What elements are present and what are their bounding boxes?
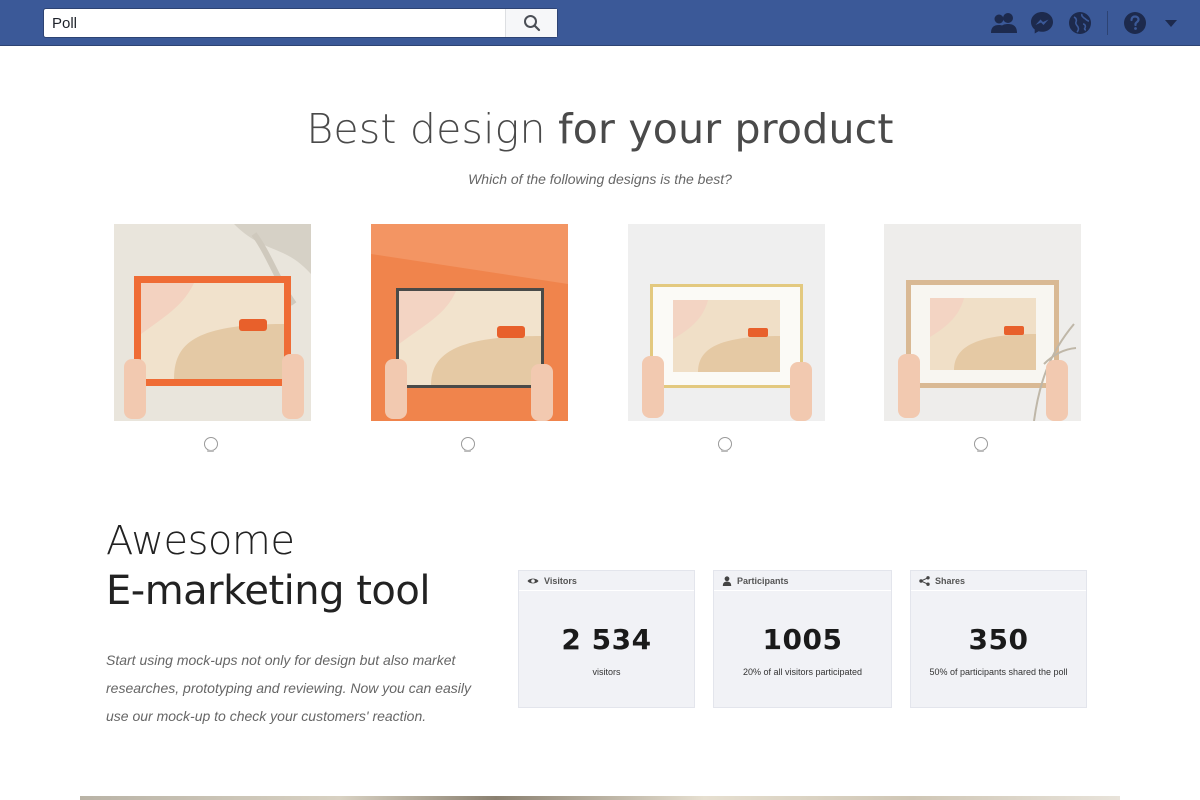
stat-value: 2 534 [561, 623, 652, 656]
dropdown-icon [1165, 20, 1177, 27]
stat-card-header: Shares [911, 571, 1086, 591]
design-option-3-radio[interactable] [718, 437, 732, 452]
nav-icons [985, 0, 1200, 46]
stat-label: Shares [935, 575, 966, 586]
globe-icon [1069, 12, 1091, 34]
stat-card-shares: Shares 350 50% of participants shared th… [910, 570, 1087, 708]
search-button[interactable] [505, 9, 557, 37]
help-icon [1124, 12, 1146, 34]
stat-caption: 50% of participants shared the poll [929, 667, 1068, 677]
stat-value: 350 [968, 623, 1029, 656]
section-heading-light: Awesome [106, 518, 295, 564]
friends-button[interactable] [985, 0, 1023, 46]
design-option-4 [884, 224, 1081, 464]
friends-icon [991, 13, 1017, 33]
design-option-1-radio[interactable] [204, 437, 218, 452]
title-light-part: Best design [306, 105, 546, 153]
design-option-1 [114, 224, 311, 464]
stat-label: Visitors [544, 575, 577, 586]
design-option-3-image[interactable] [628, 224, 825, 421]
design-option-3 [628, 224, 825, 464]
page-title: Best design for your product [0, 104, 1200, 154]
section-description: Start using mock-ups not only for design… [106, 652, 471, 724]
design-option-2-radio[interactable] [461, 437, 475, 452]
section-heading: E-marketing tool [106, 568, 430, 614]
messenger-button[interactable] [1023, 0, 1061, 46]
search-input[interactable] [44, 9, 506, 37]
poll-question: Which of the following designs is the be… [468, 171, 732, 187]
stat-caption: visitors [592, 667, 621, 677]
stat-label: Participants [737, 575, 789, 586]
design-option-2-image[interactable] [371, 224, 568, 421]
share-icon [919, 575, 930, 586]
stat-card-visitors: Visitors 2 534 visitors [518, 570, 695, 708]
eye-icon [527, 578, 539, 583]
design-option-4-image[interactable] [884, 224, 1081, 421]
design-option-2 [371, 224, 568, 464]
stat-card-header: Visitors [519, 571, 694, 591]
title-bold-part: for your product [558, 105, 894, 153]
search-icon [523, 15, 540, 32]
notifications-button[interactable] [1061, 0, 1099, 46]
account-menu-button[interactable] [1154, 0, 1188, 46]
top-navigation-bar [0, 0, 1200, 46]
nav-separator [1107, 11, 1108, 35]
help-button[interactable] [1116, 0, 1154, 46]
stat-card-participants: Participants 1005 20% of all visitors pa… [713, 570, 892, 708]
design-option-1-image[interactable] [114, 224, 311, 421]
bottom-image-strip [80, 796, 1120, 800]
stat-caption: 20% of all visitors participated [742, 667, 863, 677]
person-icon [722, 575, 732, 586]
design-option-4-radio[interactable] [974, 437, 988, 452]
stat-card-header: Participants [714, 571, 891, 591]
search-box [43, 8, 558, 38]
stat-value: 1005 [762, 623, 843, 656]
messenger-icon [1031, 12, 1053, 34]
